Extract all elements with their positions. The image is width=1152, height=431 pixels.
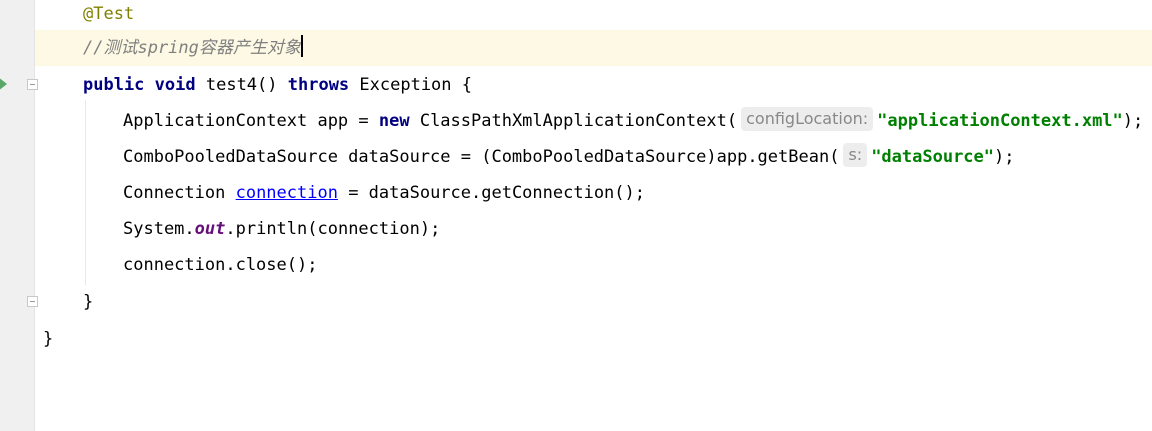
- method-signature: test4(): [195, 75, 288, 95]
- code-line-6: Connection connection = dataSource.getCo…: [35, 175, 1152, 211]
- code-line-1: @Test: [35, 0, 1152, 32]
- line-prefix: ApplicationContext app =: [123, 111, 379, 131]
- code-line-7: System.out.println(connection);: [35, 211, 1152, 247]
- parameter-hint: configLocation:: [741, 107, 874, 131]
- exception-text: Exception {: [349, 75, 472, 95]
- keyword-void: void: [154, 75, 196, 95]
- line-suffix: );: [1122, 111, 1144, 131]
- line-prefix: Connection: [123, 183, 236, 203]
- line-prefix: ComboPooledDataSource dataSource = (Comb…: [123, 147, 840, 167]
- variable-link[interactable]: connection: [236, 183, 338, 203]
- comment-text: //测试spring容器产生对象: [83, 38, 301, 58]
- code-line-8: connection.close();: [35, 247, 1152, 283]
- static-field: out: [194, 219, 226, 239]
- code-line-9: }: [35, 284, 1152, 320]
- string-literal: "applicationContext.xml": [877, 111, 1123, 131]
- run-test-icon[interactable]: [0, 77, 7, 91]
- code-line-2-current: //测试spring容器产生对象: [35, 30, 1152, 66]
- code-editor[interactable]: @Test //测试spring容器产生对象 public void test4…: [35, 0, 1152, 431]
- code-line-4: ApplicationContext app = new ClassPathXm…: [35, 103, 1152, 139]
- string-literal: "dataSource": [871, 147, 995, 167]
- keyword-public: public: [83, 75, 145, 95]
- closing-brace: }: [83, 292, 94, 312]
- closing-brace: }: [43, 329, 54, 349]
- annotation-text: @Test: [83, 4, 135, 24]
- line-prefix: System.: [123, 219, 195, 239]
- text-caret: [300, 35, 303, 57]
- parameter-hint: s:: [843, 143, 868, 167]
- code-line-3: public void test4() throws Exception {: [35, 67, 1152, 103]
- code-line-5: ComboPooledDataSource dataSource = (Comb…: [35, 139, 1152, 175]
- code-line-10: }: [35, 321, 1152, 357]
- keyword-throws: throws: [287, 75, 350, 95]
- constructor-call: ClassPathXmlApplicationContext(: [409, 111, 738, 131]
- line-suffix: );: [994, 147, 1015, 167]
- line-text: connection.close();: [123, 255, 318, 275]
- editor-gutter: [0, 0, 38, 431]
- line-suffix: .println(connection);: [225, 219, 441, 239]
- line-suffix: = dataSource.getConnection();: [337, 183, 645, 203]
- keyword-new: new: [378, 111, 410, 131]
